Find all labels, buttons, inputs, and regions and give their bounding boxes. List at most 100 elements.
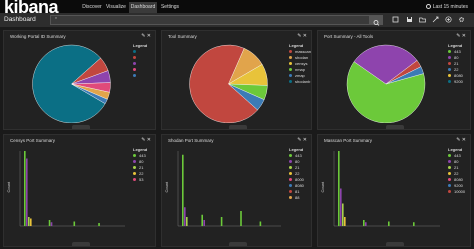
bar[interactable] xyxy=(201,214,203,226)
legend-item[interactable]: 9200 xyxy=(448,78,463,84)
bar[interactable] xyxy=(98,223,100,226)
share-icon[interactable] xyxy=(432,16,439,23)
bar[interactable] xyxy=(259,221,262,227)
legend-label: 22 xyxy=(295,170,300,176)
panel-controls: ✎ ✕ xyxy=(456,137,466,143)
tab-visualize[interactable]: Visualize xyxy=(106,2,126,13)
legend-item[interactable] xyxy=(133,72,147,78)
page-title: Dashboard xyxy=(4,16,36,23)
bar[interactable] xyxy=(26,158,28,227)
legend-item[interactable]: shodanb xyxy=(289,78,311,84)
legend-swatch xyxy=(289,67,292,71)
legend-swatch xyxy=(448,171,451,175)
open-folder-icon[interactable] xyxy=(419,16,426,23)
collapse-spy-toggle[interactable] xyxy=(386,125,404,129)
panel-controls: ✎ ✕ xyxy=(456,33,466,39)
new-dashboard-icon[interactable] xyxy=(392,16,399,23)
bar[interactable] xyxy=(48,220,51,226)
legend-title[interactable]: Legend xyxy=(289,147,304,152)
bar[interactable] xyxy=(220,217,223,226)
legend-swatch xyxy=(289,183,292,187)
legend-swatch xyxy=(448,61,451,65)
bar[interactable] xyxy=(413,222,415,226)
collapse-spy-toggle[interactable] xyxy=(228,242,247,246)
bar[interactable] xyxy=(344,217,346,226)
search-button[interactable] xyxy=(370,15,383,26)
bar[interactable] xyxy=(73,221,76,227)
bar[interactable] xyxy=(184,207,186,226)
legend-swatch xyxy=(133,165,136,169)
search-input[interactable]: * xyxy=(50,15,370,25)
legend-swatch xyxy=(289,153,292,157)
legend-swatch xyxy=(448,49,451,53)
bar[interactable] xyxy=(30,218,32,227)
bar-chart: Count xyxy=(164,151,281,227)
legend-label: 81 xyxy=(295,188,300,194)
legend-title[interactable]: Legend xyxy=(448,43,463,48)
bar[interactable] xyxy=(388,221,390,227)
legend-swatch xyxy=(448,183,451,187)
collapse-spy-toggle[interactable] xyxy=(228,125,247,129)
bar[interactable] xyxy=(340,188,342,227)
legend-swatch xyxy=(448,165,451,169)
bar[interactable] xyxy=(365,222,367,226)
panel-title: Masscan Port Summary xyxy=(324,138,373,143)
tab-dashboard[interactable]: Dashboard xyxy=(129,2,157,13)
legend-swatch xyxy=(289,177,292,181)
legend-item[interactable]: 10000 xyxy=(448,188,465,194)
chart-legend: Legend 443 80 21 22 8080 9200 10000 xyxy=(448,147,465,194)
close-icon[interactable]: ✕ xyxy=(147,33,151,39)
collapse-spy-toggle[interactable] xyxy=(71,242,90,246)
add-visualization-icon[interactable] xyxy=(445,16,452,23)
bar[interactable] xyxy=(186,217,188,226)
panel-title: Working Portal ID Summary xyxy=(10,34,66,39)
bar[interactable] xyxy=(50,222,53,226)
legend-label: shodan xyxy=(295,54,309,60)
tab-settings[interactable]: Settings xyxy=(160,2,180,13)
legend-label: 8080 xyxy=(454,176,463,182)
legend-label: 80 xyxy=(454,54,459,60)
chart-legend: Legend masscan shodan censys nmap zmap shodanb xyxy=(289,43,311,84)
legend-label: 9200 xyxy=(454,182,463,188)
bar[interactable] xyxy=(28,217,30,226)
close-icon[interactable]: ✕ xyxy=(462,137,466,143)
bar[interactable] xyxy=(203,220,205,226)
legend-swatch xyxy=(289,159,292,163)
legend-swatch xyxy=(289,49,292,53)
legend-swatch xyxy=(448,55,451,59)
chart-legend: Legend xyxy=(133,43,147,78)
legend-label: 21 xyxy=(139,164,144,170)
legend-item[interactable]: 88 xyxy=(289,194,304,200)
legend-label: 443 xyxy=(454,152,461,158)
bar[interactable] xyxy=(182,154,184,226)
bar[interactable] xyxy=(240,211,242,226)
settings-gear-icon[interactable] xyxy=(458,16,465,23)
bar[interactable] xyxy=(338,151,340,226)
bar[interactable] xyxy=(342,203,344,227)
legend-label: 88 xyxy=(295,194,300,200)
legend-label: 53 xyxy=(139,176,144,182)
collapse-spy-toggle[interactable] xyxy=(71,125,90,129)
top-nav: kibana Discover Visualize Dashboard Sett… xyxy=(0,0,474,17)
legend-item[interactable]: 53 xyxy=(133,176,147,182)
legend-label: 8080 xyxy=(454,72,463,78)
tab-discover[interactable]: Discover xyxy=(82,2,102,13)
legend-title[interactable]: Legend xyxy=(133,147,147,152)
close-icon[interactable]: ✕ xyxy=(303,137,307,143)
legend-swatch xyxy=(289,171,292,175)
legend-title[interactable]: Legend xyxy=(133,43,147,48)
legend-swatch xyxy=(289,189,292,193)
bar[interactable] xyxy=(363,220,365,226)
close-icon[interactable]: ✕ xyxy=(462,33,466,39)
clock-icon xyxy=(425,4,431,10)
save-icon[interactable] xyxy=(406,16,413,23)
legend-label: nmap xyxy=(295,66,306,72)
legend-label: 8080 xyxy=(295,182,304,188)
bar[interactable] xyxy=(24,151,26,226)
panel-2: Tool Summary ✎ ✕ Legend masscan shodan censys… xyxy=(161,30,312,130)
legend-label: 80 xyxy=(454,158,459,164)
close-icon[interactable]: ✕ xyxy=(147,137,151,143)
time-picker[interactable]: Last 15 minutes xyxy=(425,2,468,13)
close-icon[interactable]: ✕ xyxy=(303,33,307,39)
collapse-spy-toggle[interactable] xyxy=(386,242,404,246)
